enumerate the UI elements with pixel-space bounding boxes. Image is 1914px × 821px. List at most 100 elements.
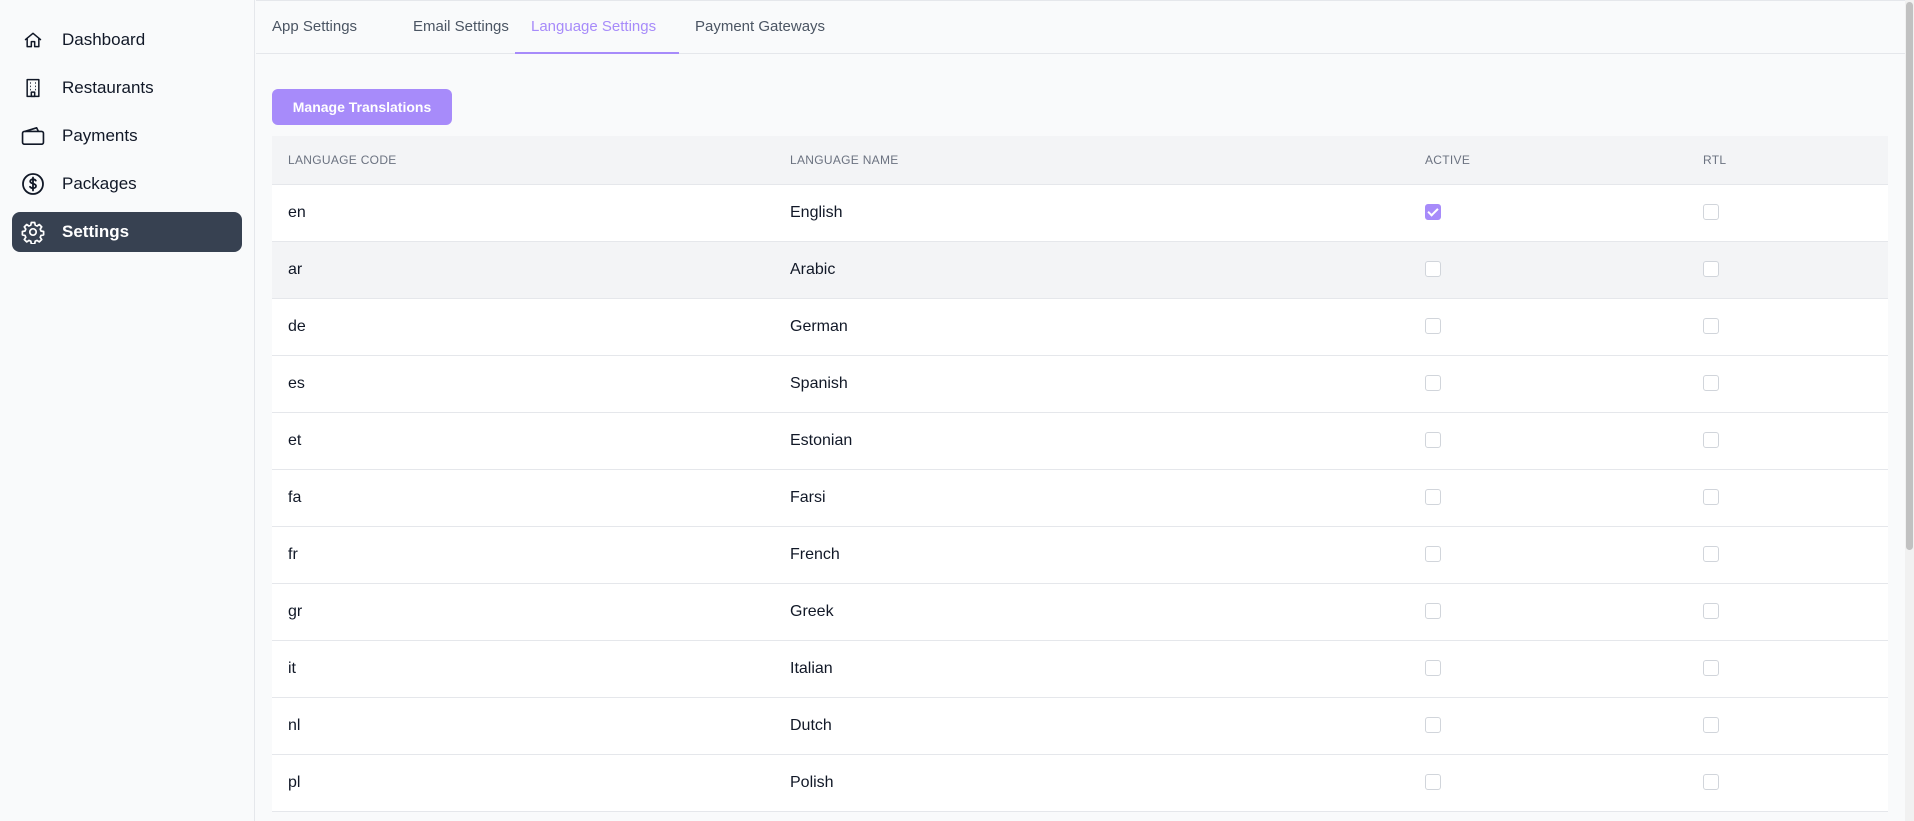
rtl-checkbox[interactable] — [1703, 546, 1719, 563]
sidebar-item-restaurants[interactable]: Restaurants — [12, 68, 242, 108]
language-code-cell: de — [288, 317, 306, 335]
table-header-row: LANGUAGE CODE LANGUAGE NAME ACTIVE RTL — [272, 136, 1888, 185]
language-code-cell: et — [288, 431, 302, 449]
language-code-cell: pl — [288, 773, 301, 791]
active-cell — [1409, 526, 1687, 583]
table-row: de German — [272, 298, 1888, 355]
active-cell — [1409, 697, 1687, 754]
rtl-cell — [1687, 412, 1888, 469]
rtl-checkbox[interactable] — [1703, 375, 1719, 392]
wallet-icon — [20, 123, 46, 149]
tab-app-settings[interactable]: App Settings — [256, 1, 373, 54]
active-checkbox[interactable] — [1425, 432, 1441, 449]
rtl-cell — [1687, 640, 1888, 697]
sidebar-item-label: Dashboard — [62, 30, 146, 49]
manage-translations-button[interactable]: Manage Translations — [272, 89, 452, 125]
building-icon — [20, 75, 46, 101]
table-row: pl Polish — [272, 754, 1888, 811]
rtl-cell — [1687, 526, 1888, 583]
table-row: it Italian — [272, 640, 1888, 697]
language-code-cell: es — [288, 374, 305, 392]
rtl-cell — [1687, 298, 1888, 355]
table-body: en English ar Arabic de German es Spanish et Esto… — [272, 184, 1888, 811]
rtl-cell — [1687, 754, 1888, 811]
languages-table-container: LANGUAGE CODE LANGUAGE NAME ACTIVE RTL e… — [272, 136, 1888, 821]
sidebar-item-dashboard[interactable]: Dashboard — [12, 20, 242, 60]
language-code-cell: en — [288, 203, 306, 221]
languages-table: LANGUAGE CODE LANGUAGE NAME ACTIVE RTL e… — [272, 136, 1888, 812]
language-name-cell: Farsi — [790, 488, 826, 506]
rtl-checkbox[interactable] — [1703, 318, 1719, 335]
active-cell — [1409, 583, 1687, 640]
language-code-cell: fa — [288, 488, 302, 506]
language-name-cell: Spanish — [790, 374, 848, 392]
language-code-cell: ar — [288, 260, 303, 278]
sidebar-item-payments[interactable]: Payments — [12, 116, 242, 156]
language-name-cell: Polish — [790, 773, 834, 791]
main-content: App Settings Email Settings Language Set… — [256, 0, 1905, 821]
sidebar-item-packages[interactable]: Packages — [12, 164, 242, 204]
table-row: fr French — [272, 526, 1888, 583]
active-checkbox[interactable] — [1425, 546, 1441, 563]
active-checkbox[interactable] — [1425, 660, 1441, 677]
sidebar: Dashboard Restaurants Payments Packages … — [0, 0, 255, 821]
rtl-checkbox[interactable] — [1703, 603, 1719, 620]
active-cell — [1409, 469, 1687, 526]
active-checkbox[interactable] — [1425, 717, 1441, 734]
sidebar-item-label: Packages — [62, 174, 137, 193]
active-cell — [1409, 184, 1687, 241]
table-row: gr Greek — [272, 583, 1888, 640]
sidebar-nav: Dashboard Restaurants Payments Packages … — [12, 20, 242, 260]
active-checkbox[interactable] — [1425, 204, 1441, 221]
tab-email-settings[interactable]: Email Settings — [397, 1, 525, 54]
sidebar-item-settings[interactable]: Settings — [12, 212, 242, 252]
tab-payment-gateways[interactable]: Payment Gateways — [679, 1, 841, 54]
language-name-cell: English — [790, 203, 843, 221]
active-checkbox[interactable] — [1425, 489, 1441, 506]
sidebar-item-label: Restaurants — [62, 78, 154, 97]
active-cell — [1409, 640, 1687, 697]
tab-language-settings[interactable]: Language Settings — [515, 1, 679, 54]
language-code-cell: nl — [288, 716, 301, 734]
sidebar-item-label: Settings — [62, 222, 130, 241]
language-code-cell: gr — [288, 602, 303, 620]
rtl-cell — [1687, 241, 1888, 298]
dollar-circle-icon — [20, 171, 46, 197]
table-row: nl Dutch — [272, 697, 1888, 754]
table-row: es Spanish — [272, 355, 1888, 412]
active-checkbox[interactable] — [1425, 375, 1441, 392]
rtl-cell — [1687, 697, 1888, 754]
table-row: en English — [272, 184, 1888, 241]
rtl-checkbox[interactable] — [1703, 261, 1719, 278]
gear-icon — [20, 219, 46, 245]
language-name-cell: German — [790, 317, 848, 335]
active-cell — [1409, 754, 1687, 811]
language-name-cell: Dutch — [790, 716, 832, 734]
rtl-checkbox[interactable] — [1703, 432, 1719, 449]
active-checkbox[interactable] — [1425, 261, 1441, 278]
active-checkbox[interactable] — [1425, 603, 1441, 620]
rtl-checkbox[interactable] — [1703, 204, 1719, 221]
rtl-checkbox[interactable] — [1703, 660, 1719, 677]
active-cell — [1409, 241, 1687, 298]
rtl-checkbox[interactable] — [1703, 489, 1719, 506]
language-name-cell: Italian — [790, 659, 833, 677]
language-name-cell: Estonian — [790, 431, 853, 449]
language-name-cell: French — [790, 545, 840, 563]
rtl-checkbox[interactable] — [1703, 717, 1719, 734]
language-code-cell: fr — [288, 545, 298, 563]
table-row: ar Arabic — [272, 241, 1888, 298]
language-name-cell: Arabic — [790, 260, 836, 278]
page-scrollbar[interactable] — [1905, 0, 1914, 821]
active-checkbox[interactable] — [1425, 318, 1441, 335]
active-checkbox[interactable] — [1425, 774, 1441, 791]
column-header-active: ACTIVE — [1409, 136, 1687, 185]
rtl-checkbox[interactable] — [1703, 774, 1719, 791]
scrollbar-thumb[interactable] — [1906, 2, 1913, 550]
active-cell — [1409, 298, 1687, 355]
sidebar-item-label: Payments — [62, 126, 138, 145]
column-header-rtl: RTL — [1687, 136, 1888, 185]
table-row: fa Farsi — [272, 469, 1888, 526]
language-code-cell: it — [288, 659, 296, 677]
rtl-cell — [1687, 184, 1888, 241]
